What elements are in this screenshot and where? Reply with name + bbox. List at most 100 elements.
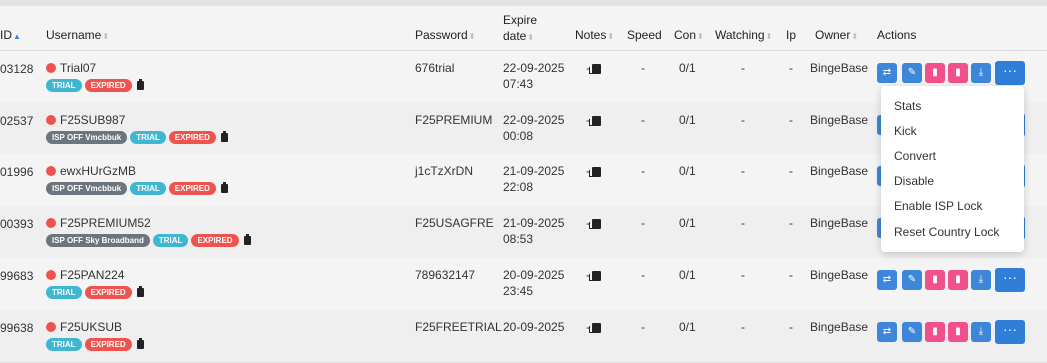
expired-badge: EXPIRED	[84, 286, 132, 300]
trial-badge: TRIAL	[46, 338, 82, 352]
cell-id: 00393	[0, 217, 34, 231]
cell-username[interactable]: F25PAN224	[46, 267, 124, 283]
edit-icon: ✎	[907, 326, 917, 337]
sort-icon: ⬍	[697, 32, 704, 41]
copy-button[interactable]: ▮	[925, 63, 945, 83]
copy-icon[interactable]	[589, 270, 601, 281]
menu-item-convert[interactable]: Convert	[894, 149, 936, 163]
download-button[interactable]: ⤓	[971, 270, 991, 290]
menu-item-kick[interactable]: Kick	[894, 124, 917, 138]
cell-notes: -	[586, 112, 601, 128]
header-speed: Speed	[627, 28, 662, 42]
clipboard-icon[interactable]	[220, 131, 228, 143]
copy-icon[interactable]	[589, 218, 601, 229]
ellipsis-icon: ···	[1003, 269, 1017, 285]
header-password[interactable]: Password⬍	[415, 28, 475, 42]
cell-username[interactable]: ewxHUrGzMB	[46, 163, 136, 179]
assign-user-button[interactable]: ⇄	[877, 270, 897, 290]
cell-speed: -	[641, 61, 645, 75]
cell-password: 676trial	[415, 61, 455, 75]
download-button[interactable]: ⤓	[971, 322, 991, 342]
more-actions-button[interactable]: ···	[995, 320, 1025, 344]
clipboard-icon[interactable]	[136, 338, 144, 350]
cell-notes: -	[586, 163, 601, 179]
clipboard-icon[interactable]	[220, 182, 228, 194]
copy-icon[interactable]	[589, 115, 601, 126]
header-owner[interactable]: Owner⬍	[815, 28, 858, 42]
actions-dropdown-menu: Stats Kick Convert Disable Enable ISP Lo…	[881, 86, 1024, 252]
header-con[interactable]: Con⬍	[674, 28, 704, 42]
cell-owner: BingeBase	[810, 216, 869, 230]
assign-user-button[interactable]: ⇄	[877, 63, 897, 83]
copy-alt-button[interactable]: ▮	[948, 322, 968, 342]
cell-username[interactable]: F25SUB987	[46, 112, 125, 128]
badge-group: TRIAL EXPIRED	[46, 337, 144, 352]
copy-alt-icon: ▮	[955, 326, 961, 337]
cell-watching: -	[741, 268, 745, 282]
username-text: Trial07	[60, 61, 97, 75]
sort-icon: ⬍	[468, 32, 476, 41]
cell-watching: -	[741, 61, 745, 75]
cell-notes: -	[586, 267, 601, 283]
cell-con: 0/1	[679, 164, 696, 178]
edit-button[interactable]: ✎	[902, 270, 922, 290]
header-id[interactable]: ID▲	[0, 28, 21, 42]
expire-time: 08:53	[503, 232, 534, 246]
menu-item-enable-isp-lock[interactable]: Enable ISP Lock	[894, 199, 983, 213]
status-dot	[46, 166, 56, 176]
header-notes[interactable]: Notes⬍	[575, 28, 614, 42]
copy-icon[interactable]	[589, 322, 601, 333]
download-icon: ⤓	[978, 326, 984, 337]
expire-date: 22-09-2025	[503, 61, 565, 75]
download-button[interactable]: ⤓	[971, 63, 991, 83]
badge-group: ISP OFF Vmcbbuk TRIAL EXPIRED	[46, 181, 228, 196]
cell-username[interactable]: F25PREMIUM52	[46, 215, 151, 231]
sort-icon: ⬍	[607, 32, 615, 41]
ellipsis-icon: ···	[1003, 321, 1017, 337]
edit-button[interactable]: ✎	[902, 63, 922, 83]
cell-owner: BingeBase	[810, 113, 869, 127]
cell-speed: -	[641, 164, 645, 178]
header-expire-date[interactable]: Expire date⬍	[503, 12, 537, 46]
cell-ip: -	[789, 320, 793, 334]
menu-item-stats[interactable]: Stats	[894, 99, 921, 113]
assign-user-icon: ⇄	[882, 326, 892, 337]
cell-username[interactable]: F25UKSUB	[46, 319, 122, 335]
expire-date: 22-09-2025	[503, 113, 565, 127]
more-actions-button[interactable]: ···	[995, 61, 1025, 85]
copy-icon[interactable]	[589, 63, 601, 74]
assign-user-icon: ⇄	[882, 274, 892, 285]
cell-password: 789632147	[415, 268, 476, 282]
clipboard-icon[interactable]	[243, 234, 251, 246]
cell-ip: -	[789, 113, 793, 127]
more-actions-button[interactable]: ···	[995, 268, 1025, 292]
cell-ip: -	[789, 61, 793, 75]
status-dot	[46, 115, 56, 125]
assign-user-button[interactable]: ⇄	[877, 322, 897, 342]
copy-alt-button[interactable]: ▮	[948, 63, 968, 83]
cell-username[interactable]: Trial07	[46, 60, 96, 76]
copy-button[interactable]: ▮	[925, 270, 945, 290]
clipboard-icon[interactable]	[136, 79, 144, 91]
cell-watching: -	[741, 164, 745, 178]
menu-item-disable[interactable]: Disable	[894, 174, 934, 188]
clipboard-icon[interactable]	[136, 286, 144, 298]
header-username[interactable]: Username⬍	[46, 28, 109, 42]
sort-asc-icon: ▲	[13, 32, 21, 41]
copy-alt-button[interactable]: ▮	[948, 270, 968, 290]
trial-badge: TRIAL	[130, 182, 166, 196]
header-watching[interactable]: Watching⬍	[715, 28, 772, 42]
trial-badge: TRIAL	[46, 286, 82, 300]
expire-date: 20-09-2025	[503, 268, 565, 282]
cell-id: 99683	[0, 269, 34, 283]
menu-item-reset-country-lock[interactable]: Reset Country Lock	[894, 225, 999, 239]
cell-watching: -	[741, 113, 745, 127]
cell-owner: BingeBase	[810, 164, 869, 178]
cell-watching: -	[741, 216, 745, 230]
copy-icon[interactable]	[589, 166, 601, 177]
expired-badge: EXPIRED	[84, 79, 132, 93]
expired-badge: EXPIRED	[168, 131, 216, 145]
copy-button[interactable]: ▮	[925, 322, 945, 342]
cell-id: 03128	[0, 62, 34, 76]
edit-button[interactable]: ✎	[902, 322, 922, 342]
